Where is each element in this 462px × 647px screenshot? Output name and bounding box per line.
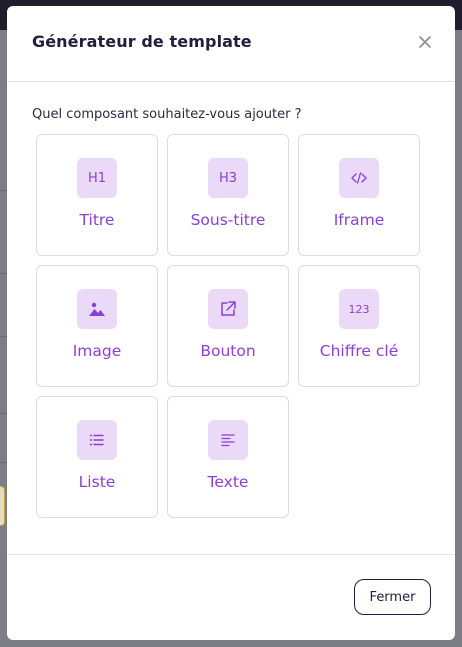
component-card-texte[interactable]: Texte [167, 396, 289, 518]
component-label: Iframe [333, 211, 385, 229]
component-card-titre[interactable]: H1 Titre [36, 134, 158, 256]
template-generator-modal: Générateur de template Quel composant so… [7, 6, 455, 640]
component-card-image[interactable]: Image [36, 265, 158, 387]
h3-icon: H3 [208, 158, 248, 198]
modal-footer: Fermer [7, 554, 455, 640]
component-card-liste[interactable]: Liste [36, 396, 158, 518]
component-card-chiffre-cle[interactable]: 123 Chiffre clé [298, 265, 420, 387]
number-icon: 123 [339, 289, 379, 329]
component-label: Texte [207, 473, 249, 491]
component-card-iframe[interactable]: Iframe [298, 134, 420, 256]
modal-title: Générateur de template [32, 32, 252, 51]
component-label: Titre [79, 211, 115, 229]
image-icon [77, 289, 117, 329]
component-label: Chiffre clé [319, 342, 399, 360]
code-icon [339, 158, 379, 198]
component-label: Sous-titre [190, 211, 266, 229]
backdrop-badge [0, 486, 5, 526]
component-prompt: Quel composant souhaitez-vous ajouter ? [32, 107, 302, 122]
text-align-icon [208, 420, 248, 460]
close-icon[interactable] [417, 34, 433, 50]
component-label: Image [72, 342, 122, 360]
list-icon [77, 420, 117, 460]
component-card-bouton[interactable]: Bouton [167, 265, 289, 387]
external-link-icon [208, 289, 248, 329]
close-button[interactable]: Fermer [354, 579, 431, 615]
h1-icon: H1 [77, 158, 117, 198]
modal-header: Générateur de template [7, 6, 455, 82]
component-label: Liste [78, 473, 116, 491]
component-card-sous-titre[interactable]: H3 Sous-titre [167, 134, 289, 256]
component-label: Bouton [200, 342, 256, 360]
